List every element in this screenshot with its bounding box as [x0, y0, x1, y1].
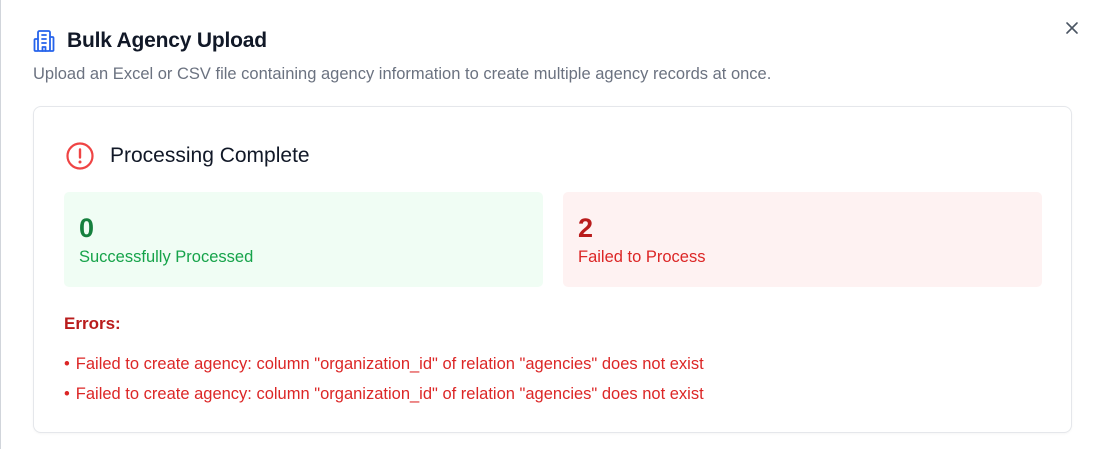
status-title: Processing Complete — [110, 144, 310, 167]
close-icon — [1066, 22, 1078, 34]
bulk-upload-dialog: Bulk Agency Upload Upload an Excel or CS… — [0, 0, 1101, 449]
failed-stat: 2 Failed to Process — [563, 192, 1042, 287]
dialog-title: Bulk Agency Upload — [67, 29, 267, 52]
errors-heading: Errors: — [64, 314, 121, 333]
result-card: Processing Complete 0 Successfully Proce… — [33, 106, 1072, 433]
building-icon — [33, 29, 55, 53]
errors-list: Failed to create agency: column "organiz… — [64, 349, 704, 409]
success-stat: 0 Successfully Processed — [64, 192, 543, 287]
failed-label: Failed to Process — [578, 248, 706, 266]
dialog-header: Bulk Agency Upload — [33, 29, 267, 53]
success-count: 0 — [79, 213, 95, 243]
dialog-description: Upload an Excel or CSV file containing a… — [33, 65, 772, 83]
failed-count: 2 — [578, 213, 594, 243]
success-label: Successfully Processed — [79, 248, 254, 266]
close-button[interactable] — [1061, 17, 1083, 39]
error-item: Failed to create agency: column "organiz… — [64, 379, 704, 409]
status-row: Processing Complete — [65, 141, 310, 171]
alert-circle-icon — [65, 141, 95, 171]
error-item: Failed to create agency: column "organiz… — [64, 349, 704, 379]
